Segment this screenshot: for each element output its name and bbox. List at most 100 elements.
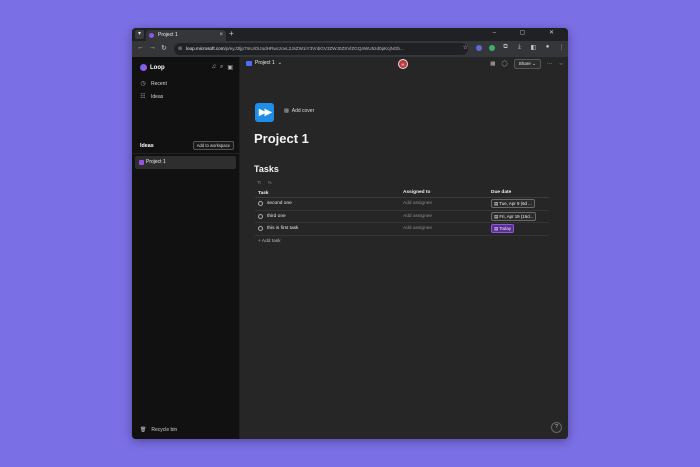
table-header: Task Assigned to Due date	[255, 190, 549, 198]
due-date-cell[interactable]: ▤ Tue, Apr 9 (6d ...	[491, 199, 549, 209]
table-row: this is first task Add assignee ▤ Today	[255, 223, 549, 236]
breadcrumb-title: Project 1	[255, 60, 275, 66]
breadcrumb[interactable]: Project 1 ⌄	[246, 60, 282, 66]
avatar[interactable]: H	[398, 59, 408, 69]
sidebar-actions: ♫ ⌕ ▣	[211, 64, 233, 71]
sidebar-item-label: Ideas	[151, 94, 164, 100]
ideas-icon: ☷	[140, 94, 146, 100]
help-icon[interactable]: ?	[551, 422, 562, 433]
loop-logo-icon	[140, 64, 147, 71]
add-assignee-cell[interactable]: Add assignee	[403, 214, 491, 219]
recycle-label: Recycle bin	[151, 427, 178, 433]
page-topbar: Project 1 ⌄ H ▦ ◯ Share ⌄ ··· ⇔	[240, 57, 568, 70]
add-assignee-cell[interactable]: Add assignee	[403, 201, 491, 206]
table-tools: Tt %	[257, 180, 271, 185]
task-checkbox[interactable]	[258, 226, 263, 232]
fast-forward-icon[interactable]: ▶▶	[255, 103, 274, 122]
task-cell[interactable]: this is first task	[255, 226, 403, 232]
tasks-table: Task Assigned to Due date second one Add…	[255, 190, 549, 248]
date-chip-today[interactable]: ▤ Today	[491, 224, 515, 234]
comment-icon[interactable]: ◯	[501, 61, 507, 67]
trash-icon: 🗑	[140, 427, 147, 433]
loop-brand[interactable]: Loop	[140, 64, 165, 71]
bell-icon[interactable]: ♫	[211, 64, 216, 71]
tab-search-icon[interactable]: ▾	[135, 30, 144, 39]
add-cover-label: Add cover	[291, 108, 315, 114]
table-row: third one Add assignee ▤ Fri, Apr 19 (16…	[255, 211, 549, 223]
task-cell[interactable]: third one	[255, 213, 403, 219]
image-icon: ▨	[284, 108, 289, 114]
brand-name: Loop	[150, 64, 165, 71]
sidebar-item-label: Recent	[151, 81, 167, 87]
loop-favicon-icon	[149, 33, 154, 38]
divider	[132, 153, 239, 154]
tab-strip: ▾ Project 1 × + – ▢ ✕	[132, 28, 568, 41]
page-icon	[139, 160, 144, 165]
percent-icon[interactable]: %	[268, 180, 272, 185]
sidebar-item-recent[interactable]: ◷ Recent	[140, 78, 167, 91]
tab-title: Project 1	[158, 32, 178, 38]
search-icon[interactable]: ⌕	[220, 64, 223, 71]
site-info-icon[interactable]: ⊜	[178, 43, 182, 55]
download-icon[interactable]: ⤓	[516, 44, 523, 51]
tasks-heading[interactable]: Tasks	[254, 164, 279, 174]
date-chip[interactable]: ▤ Fri, Apr 19 (16d...	[491, 211, 537, 221]
task-checkbox[interactable]	[258, 213, 263, 219]
task-checkbox[interactable]	[258, 201, 263, 207]
add-task-button[interactable]: + Add task	[255, 236, 549, 248]
expand-icon[interactable]: ⇔	[559, 61, 565, 67]
due-date-cell[interactable]: ▤ Fri, Apr 19 (16d...	[491, 211, 549, 221]
url-input[interactable]: ⊜ loop.microsoft.com/p/eyJ3ljp7InUiOiJod…	[174, 43, 468, 55]
column-header-assigned[interactable]: Assigned to	[403, 190, 491, 197]
profile-icon[interactable]: ●	[544, 44, 551, 51]
column-header-task[interactable]: Task	[255, 190, 403, 197]
page-canvas: Project 1 ⌄ H ▦ ◯ Share ⌄ ··· ⇔ ▶▶ ▨ Add…	[240, 57, 568, 439]
recycle-bin-link[interactable]: 🗑 Recycle bin	[140, 427, 177, 433]
due-date-cell[interactable]: ▤ Today	[491, 224, 549, 234]
add-cover-button[interactable]: ▨ Add cover	[284, 108, 314, 114]
url-host: loop.microsoft.com	[186, 46, 225, 51]
loop-app: Loop ♫ ⌕ ▣ ◷ Recent ☷ Ideas Ideas Add to…	[132, 57, 568, 439]
menu-kebab-icon[interactable]: ⋮	[558, 44, 565, 51]
date-text: Today	[499, 226, 512, 232]
sidebar-item-ideas[interactable]: ☷ Ideas	[140, 91, 167, 104]
url-path: /p/eyJ3ljp7InUiOiJodHRwczovL2JsZW1iY3Vnb…	[224, 46, 404, 51]
task-name: second one	[267, 201, 292, 207]
back-icon[interactable]: ←	[137, 44, 144, 51]
page-title[interactable]: Project 1	[254, 131, 309, 146]
window-controls[interactable]: – ▢ ✕	[493, 29, 565, 36]
new-page-icon[interactable]: ▣	[227, 64, 233, 71]
add-to-workspace-button[interactable]: Add to workspace	[192, 141, 234, 150]
text-format-icon[interactable]: Tt	[257, 180, 261, 185]
topbar-actions: ▦ ◯ Share ⌄ ··· ⇔	[490, 59, 564, 69]
date-chip[interactable]: ▤ Tue, Apr 9 (6d ...	[491, 199, 535, 209]
bookmark-star-icon[interactable]: ☆	[462, 44, 469, 51]
extensions-puzzle-icon[interactable]: ⧉	[502, 44, 509, 51]
new-tab-icon[interactable]: +	[229, 29, 234, 38]
close-tab-icon[interactable]: ×	[219, 30, 223, 41]
share-button[interactable]: Share ⌄	[513, 59, 541, 69]
date-text: Fri, Apr 19 (16d...	[499, 213, 534, 219]
sidepanel-icon[interactable]: ◧	[530, 44, 537, 51]
tab-project-1[interactable]: Project 1 ×	[146, 30, 226, 41]
add-assignee-cell[interactable]: Add assignee	[403, 226, 491, 231]
ideas-section-title: Ideas	[140, 143, 154, 149]
address-bar: ← → ↻ ⊜ loop.microsoft.com/p/eyJ3ljp7InU…	[132, 41, 568, 57]
date-text: Tue, Apr 9 (6d ...	[499, 201, 532, 207]
forward-icon[interactable]: →	[149, 44, 156, 51]
sidebar-nav: ◷ Recent ☷ Ideas	[140, 78, 167, 104]
task-name: third one	[267, 213, 286, 219]
task-cell[interactable]: second one	[255, 201, 403, 207]
extension-icon[interactable]	[476, 45, 482, 51]
column-header-due[interactable]: Due date	[491, 190, 549, 197]
toolbar-icons: ☆ ⧉ ⤓ ◧ ● ⋮	[462, 44, 565, 51]
sidebar: Loop ♫ ⌕ ▣ ◷ Recent ☷ Ideas Ideas Add to…	[132, 57, 240, 439]
sidebar-item-project-1[interactable]: Project 1	[135, 156, 236, 169]
more-icon[interactable]: ···	[547, 61, 553, 67]
apps-icon[interactable]: ▦	[490, 61, 495, 67]
task-name: this is first task	[267, 226, 299, 232]
reload-icon[interactable]: ↻	[161, 44, 167, 52]
add-task-label: Add task	[261, 238, 281, 244]
extension-icon[interactable]	[489, 45, 495, 51]
sidebar-item-label: Project 1	[146, 159, 166, 165]
